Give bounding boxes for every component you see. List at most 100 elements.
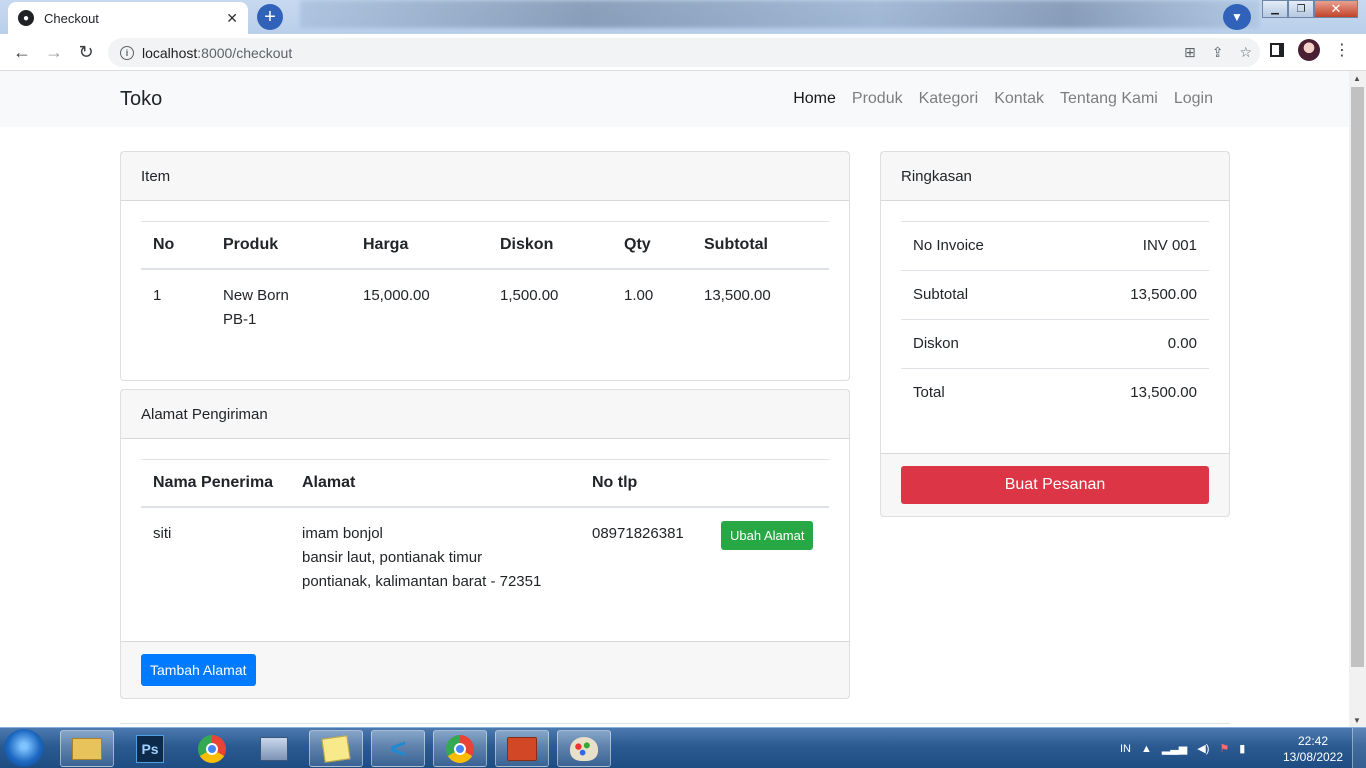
nav-link-produk[interactable]: Produk — [844, 90, 911, 108]
table-row: 1 New Born PB-1 15,000.00 1,500.00 1.00 … — [141, 269, 829, 346]
control-panel-icon[interactable] — [247, 730, 301, 767]
url-host: localhost — [142, 44, 198, 61]
items-card: Item No Produk Harga Diskon Qty Subtotal… — [120, 151, 850, 381]
back-arrow-icon[interactable]: ← — [6, 36, 38, 68]
summary-card: Ringkasan No Invoice INV 001 Subtotal 13… — [880, 151, 1230, 517]
show-hidden-icons-icon[interactable]: ▲ — [1141, 743, 1152, 755]
reload-icon[interactable]: ↻ — [70, 36, 102, 68]
powerpoint-icon[interactable] — [495, 730, 549, 767]
item-diskon: 1,500.00 — [500, 287, 559, 304]
item-subtotal: 13,500.00 — [704, 287, 771, 304]
summary-row-diskon: Diskon 0.00 — [901, 319, 1209, 369]
footer-divider — [120, 723, 1230, 724]
share-icon[interactable]: ⇪ — [1212, 44, 1224, 61]
column-header-no: No — [141, 221, 211, 270]
column-header-no-tlp: No tlp — [580, 459, 709, 508]
column-header-qty: Qty — [612, 221, 692, 270]
address-line-1: imam bonjol — [302, 525, 383, 542]
add-address-button[interactable]: Tambah Alamat — [141, 654, 256, 686]
address-table-header-row: Nama Penerima Alamat No tlp — [141, 459, 829, 508]
chrome-icon[interactable] — [185, 730, 239, 767]
start-button[interactable] — [4, 729, 44, 767]
items-card-header: Item — [121, 152, 849, 201]
item-qty: 1.00 — [624, 287, 654, 304]
item-produk: New Born PB-1 — [211, 269, 351, 346]
network-signal-icon[interactable]: ▂▃▅ — [1162, 742, 1187, 755]
side-panel-icon[interactable] — [1270, 43, 1284, 57]
address-line-3: pontianak, kalimantan barat - 72351 — [302, 573, 542, 590]
nav-link-tentang-kami[interactable]: Tentang Kami — [1052, 90, 1166, 108]
vscode-icon[interactable]: < — [371, 730, 425, 767]
summary-row-invoice: No Invoice INV 001 — [901, 221, 1209, 271]
address-bar[interactable]: i localhost:8000/checkout ⊞ ⇪ ☆ — [108, 38, 1260, 67]
scrollbar-thumb[interactable] — [1351, 87, 1364, 667]
system-tray: IN ▲ ▂▃▅ ◀) ⚑ ▮ — [1120, 728, 1245, 768]
scroll-down-icon[interactable]: ▼ — [1353, 716, 1361, 725]
nav-link-kontak[interactable]: Kontak — [986, 90, 1052, 108]
maximize-window-button[interactable]: ❐ — [1288, 0, 1314, 18]
nav-links: Home Produk Kategori Kontak Tentang Kami… — [785, 90, 1221, 108]
summary-label: Diskon — [901, 319, 1059, 369]
table-row: siti imam bonjol bansir laut, pontianak … — [141, 507, 829, 608]
address-line-2: bansir laut, pontianak timur — [302, 549, 483, 566]
recipient-phone: 08971826381 — [592, 525, 684, 542]
place-order-button[interactable]: Buat Pesanan — [901, 466, 1209, 504]
forward-arrow-icon[interactable]: → — [38, 36, 70, 68]
translate-icon[interactable]: ⊞ — [1184, 44, 1196, 61]
minimize-window-button[interactable]: ▁ — [1262, 0, 1288, 18]
scroll-up-icon[interactable]: ▲ — [1353, 74, 1361, 83]
items-table: No Produk Harga Diskon Qty Subtotal 1 Ne… — [141, 221, 829, 346]
nav-link-home[interactable]: Home — [785, 90, 844, 108]
nav-link-login[interactable]: Login — [1166, 90, 1221, 108]
summary-label: Subtotal — [901, 270, 1059, 320]
page-viewport: Toko Home Produk Kategori Kontak Tentang… — [0, 71, 1349, 727]
column-header-alamat: Alamat — [290, 459, 580, 508]
blurred-background — [300, 0, 1260, 28]
chrome-active-icon[interactable] — [433, 730, 487, 767]
sticky-notes-icon[interactable] — [309, 730, 363, 767]
paint-icon[interactable] — [557, 730, 611, 767]
edit-address-button[interactable]: Ubah Alamat — [721, 521, 814, 550]
page-scrollbar[interactable]: ▲ ▼ — [1349, 71, 1366, 727]
address-table: Nama Penerima Alamat No tlp siti imam bo… — [141, 459, 829, 608]
summary-value: 13,500.00 — [1058, 270, 1209, 320]
photoshop-label: Ps — [136, 734, 164, 763]
power-icon[interactable]: ▮ — [1239, 742, 1245, 755]
items-table-header-row: No Produk Harga Diskon Qty Subtotal — [141, 221, 829, 270]
clock-date: 13/08/2022 — [1282, 750, 1344, 764]
browser-toolbar: ← → ↻ i localhost:8000/checkout ⊞ ⇪ ☆ ⋮ — [0, 34, 1366, 71]
column-header-action — [709, 459, 829, 508]
column-header-produk: Produk — [211, 221, 351, 270]
summary-card-footer: Buat Pesanan — [881, 453, 1229, 516]
close-window-button[interactable]: ✕ — [1314, 0, 1358, 18]
volume-icon[interactable]: ◀) — [1197, 742, 1209, 755]
shipping-address-card: Alamat Pengiriman Nama Penerima Alamat N… — [120, 389, 850, 699]
browser-tab-checkout[interactable]: ● Checkout ✕ — [8, 2, 248, 34]
item-harga: 15,000.00 — [363, 287, 430, 304]
address-action-cell: Ubah Alamat — [709, 507, 829, 608]
show-desktop-button[interactable] — [1352, 728, 1366, 768]
close-tab-icon[interactable]: ✕ — [226, 10, 238, 27]
language-indicator[interactable]: IN — [1120, 743, 1131, 755]
summary-label: Total — [901, 368, 1059, 417]
profile-avatar[interactable] — [1298, 39, 1320, 61]
item-produk-name: New Born — [223, 287, 289, 304]
tab-search-button[interactable]: ▼ — [1223, 4, 1251, 30]
navbar-brand[interactable]: Toko — [120, 88, 162, 111]
taskbar-clock[interactable]: 22:42 13/08/2022 — [1278, 733, 1348, 765]
nav-link-kategori[interactable]: Kategori — [911, 90, 987, 108]
recipient-name: siti — [153, 525, 172, 542]
photoshop-icon[interactable]: Ps — [123, 730, 177, 767]
url-path: :8000/checkout — [197, 44, 293, 61]
summary-card-header: Ringkasan — [881, 152, 1229, 201]
site-info-icon[interactable]: i — [120, 45, 134, 60]
column-header-nama-penerima: Nama Penerima — [141, 459, 290, 508]
new-tab-button[interactable]: + — [257, 4, 283, 30]
bookmark-star-icon[interactable]: ☆ — [1239, 44, 1252, 61]
item-produk-code: PB-1 — [223, 311, 257, 328]
menu-kebab-icon[interactable]: ⋮ — [1334, 40, 1350, 60]
tab-title: Checkout — [44, 10, 99, 26]
address-card-header: Alamat Pengiriman — [121, 390, 849, 439]
file-explorer-icon[interactable] — [60, 730, 114, 767]
action-center-flag-icon[interactable]: ⚑ — [1219, 742, 1229, 755]
